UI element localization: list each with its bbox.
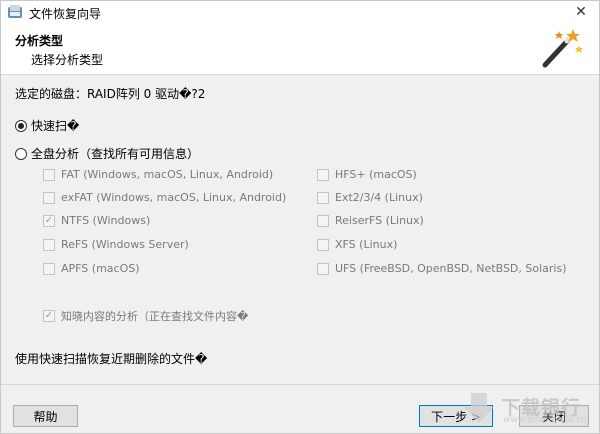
fs-checkbox-apfs[interactable]: APFS (macOS) — [43, 262, 140, 275]
checkmark-icon: ✓ — [43, 214, 55, 227]
checkbox-icon — [43, 262, 55, 275]
header-subtitle: 选择分析类型 — [31, 53, 104, 67]
fs-label: FAT (Windows, macOS, Linux, Android) — [61, 168, 274, 181]
fs-label: UFS (FreeBSD, OpenBSD, NetBSD, Solaris) — [335, 262, 567, 275]
fs-checkbox-fat[interactable]: FAT (Windows, macOS, Linux, Android) — [43, 168, 273, 181]
fs-checkbox-refs[interactable]: ReFS (Windows Server) — [43, 238, 189, 251]
magic-wand-icon — [542, 29, 583, 68]
fs-checkbox-xfs[interactable]: XFS (Linux) — [317, 238, 397, 251]
checkbox-icon — [317, 168, 329, 181]
fs-checkbox-ext[interactable]: Ext2/3/4 (Linux) — [317, 191, 423, 204]
header-title: 分析类型 — [15, 34, 64, 48]
checkbox-icon — [43, 168, 55, 181]
content-analysis-checkbox[interactable]: ✓ 知晓内容的分析（正在查找文件内容� — [43, 308, 248, 324]
app-icon — [8, 5, 22, 18]
next-button[interactable]: 下一步 > — [419, 405, 493, 427]
checkbox-icon — [43, 191, 55, 204]
close-button[interactable]: 关闭 — [519, 405, 589, 427]
fs-label: HFS+ (macOS) — [335, 168, 417, 181]
quick-scan-radio[interactable]: 快速扫� — [15, 117, 79, 134]
fs-label: Ext2/3/4 (Linux) — [335, 191, 423, 204]
window-close-button[interactable]: ✕ — [563, 1, 599, 23]
checkbox-icon — [317, 191, 329, 204]
fs-checkbox-ntfs[interactable]: ✓ NTFS (Windows) — [43, 214, 150, 227]
fs-label: XFS (Linux) — [335, 238, 398, 251]
content-analysis-label: 知晓内容的分析（正在查找文件内容� — [61, 310, 249, 323]
close-icon: ✕ — [575, 4, 587, 20]
help-button[interactable]: 帮助 — [13, 405, 78, 427]
footer-hint: 使用快速扫描恢复近期删除的文件� — [15, 352, 208, 366]
fs-checkbox-reiserfs[interactable]: ReiserFS (Linux) — [317, 214, 424, 227]
selected-disk-label: 选定的磁盘：RAID阵列 0 驱动�?2 — [15, 87, 206, 101]
fs-checkbox-exfat[interactable]: exFAT (Windows, macOS, Linux, Android) — [43, 191, 286, 204]
wizard-window: 文件恢复向导 ✕ 分析类型 选择分析类型 选定的磁盘：RAID阵列 0 驱动�?… — [0, 0, 600, 434]
checkbox-icon — [317, 238, 329, 251]
fs-label: NTFS (Windows) — [61, 214, 151, 227]
checkbox-icon — [317, 214, 329, 227]
checkmark-icon: ✓ — [43, 310, 55, 322]
fs-label: ReiserFS (Linux) — [335, 214, 424, 227]
radio-unchecked-icon — [15, 147, 27, 160]
full-analysis-label: 全盘分析（查找所有可用信息） — [31, 147, 200, 161]
window-title: 文件恢复向导 — [29, 7, 102, 21]
radio-checked-icon — [15, 119, 27, 132]
title-bar: 文件恢复向导 ✕ — [1, 1, 599, 23]
full-analysis-radio[interactable]: 全盘分析（查找所有可用信息） — [15, 145, 199, 162]
fs-label: exFAT (Windows, macOS, Linux, Android) — [61, 191, 287, 204]
fs-checkbox-ufs[interactable]: UFS (FreeBSD, OpenBSD, NetBSD, Solaris) — [317, 262, 567, 275]
wizard-header: 分析类型 选择分析类型 — [1, 23, 599, 75]
checkbox-icon — [317, 262, 329, 275]
footer-divider — [1, 384, 599, 385]
fs-checkbox-hfs[interactable]: HFS+ (macOS) — [317, 168, 417, 181]
fs-label: ReFS (Windows Server) — [61, 238, 189, 251]
fs-label: APFS (macOS) — [61, 262, 140, 275]
quick-scan-label: 快速扫� — [31, 119, 80, 133]
checkbox-icon — [43, 238, 55, 251]
